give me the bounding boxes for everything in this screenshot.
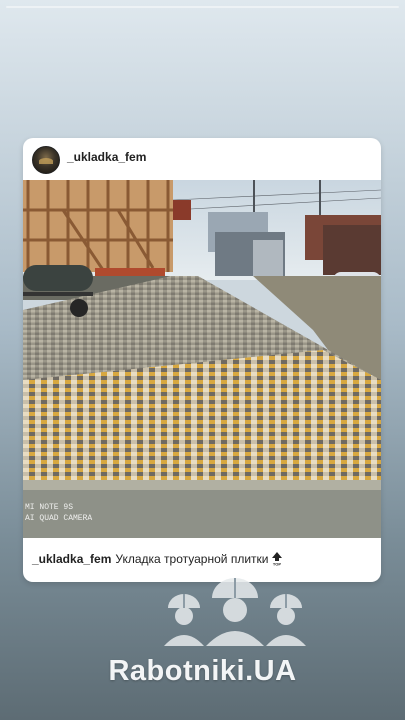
brand-name: Rabotniki.UA [108,655,297,687]
user-avatar[interactable] [32,146,60,174]
top-arrow-icon: TOP [272,552,283,567]
caption-username[interactable]: _ukladka_fem [32,552,111,566]
workers-helmets-icon [164,578,306,646]
post-caption: _ukladka_fem Укладка тротуарной плитки TO… [32,552,283,566]
post-username[interactable]: _ukladka_fem [67,150,146,164]
instagram-post-card[interactable]: _ukladka_fem MI NOTE 9S AI QUAD CAMERA _… [23,138,381,582]
paving-photo-illustration [23,180,381,538]
post-header: _ukladka_fem [23,138,381,180]
svg-text:TOP: TOP [273,562,281,567]
story-progress-bar [6,6,399,8]
camera-watermark-model: MI NOTE 9S [25,503,74,512]
caption-text: Укладка тротуарной плитки [115,552,269,566]
post-photo[interactable]: MI NOTE 9S AI QUAD CAMERA [23,180,381,538]
camera-watermark: MI NOTE 9S AI QUAD CAMERA [25,502,92,524]
camera-watermark-camera: AI QUAD CAMERA [25,514,93,523]
